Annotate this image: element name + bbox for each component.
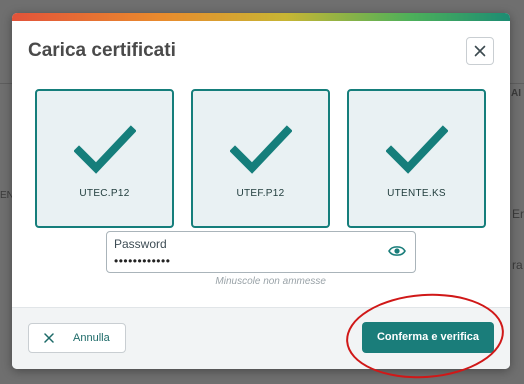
checkmark-icon [386, 125, 448, 174]
certificate-card-utec[interactable]: UTEC.P12 [35, 89, 174, 228]
certificate-label: UTEF.P12 [236, 188, 285, 199]
modal-header: Carica certificati [12, 21, 510, 77]
certificate-card-utente[interactable]: UTENTE.KS [347, 89, 486, 228]
modal-title: Carica certificati [28, 40, 176, 61]
password-input[interactable]: •••••••••••• [114, 254, 170, 268]
eye-icon[interactable] [388, 244, 406, 258]
close-button[interactable] [466, 37, 494, 65]
certificate-label: UTENTE.KS [387, 188, 446, 199]
cancel-button[interactable]: Annulla [28, 323, 126, 353]
password-hint: Minuscole non ammesse [215, 276, 326, 287]
password-field[interactable]: Password •••••••••••• [106, 231, 416, 273]
certificate-label: UTEC.P12 [79, 188, 130, 199]
background-header-fragment: AI [511, 88, 521, 99]
background-text-fragment: Er [512, 207, 524, 221]
checkmark-icon [74, 125, 136, 174]
password-label: Password [114, 237, 167, 251]
modal-accent-bar [12, 13, 510, 21]
cancel-button-label: Annulla [73, 332, 110, 344]
close-icon [474, 45, 486, 57]
certificate-card-utef[interactable]: UTEF.P12 [191, 89, 330, 228]
close-icon [44, 333, 54, 343]
background-text-fragment: ra [512, 258, 523, 272]
checkmark-icon [230, 125, 292, 174]
